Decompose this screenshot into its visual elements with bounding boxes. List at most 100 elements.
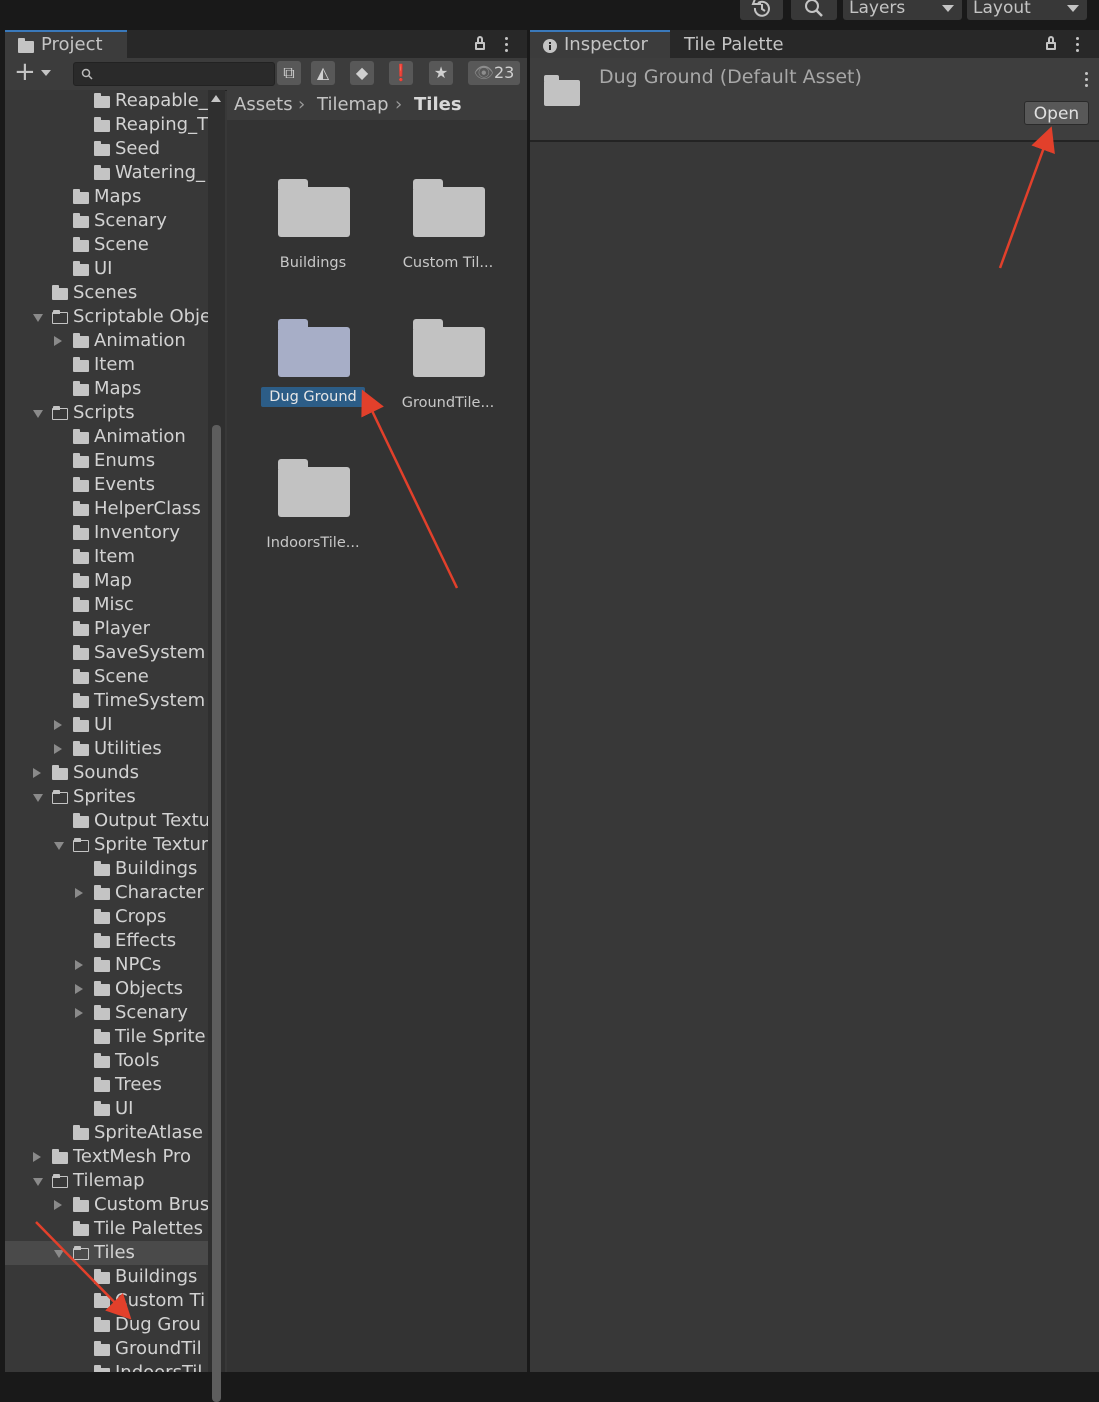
layers-dropdown[interactable]: Layers: [843, 0, 962, 20]
chevron-right-icon[interactable]: [33, 1152, 41, 1162]
search-by-scene-button[interactable]: ⧉: [277, 61, 301, 85]
tree-item[interactable]: Map: [5, 569, 208, 593]
tree-item[interactable]: Tile Sprite: [5, 1025, 208, 1049]
favorites-button[interactable]: ★: [429, 61, 453, 85]
tree-item[interactable]: Utilities: [5, 737, 208, 761]
tree-item[interactable]: Enums: [5, 449, 208, 473]
tree-item[interactable]: Maps: [5, 185, 208, 209]
tree-item[interactable]: Misc: [5, 593, 208, 617]
tree-item[interactable]: NPCs: [5, 953, 208, 977]
tree-item[interactable]: Watering_: [5, 161, 208, 185]
tree-item[interactable]: Crops: [5, 905, 208, 929]
tab-tile-palette[interactable]: Tile Palette: [670, 30, 820, 58]
chevron-down-icon[interactable]: [33, 410, 43, 418]
tree-item[interactable]: UI: [5, 257, 208, 281]
tree-item[interactable]: Maps: [5, 377, 208, 401]
asset-item[interactable]: IndoorsTile...: [232, 455, 362, 585]
chevron-down-icon[interactable]: [54, 1250, 64, 1258]
tree-item[interactable]: Animation: [5, 329, 208, 353]
tree-item[interactable]: Custom Brus: [5, 1193, 208, 1217]
chevron-right-icon[interactable]: [54, 336, 62, 346]
chevron-down-icon[interactable]: [33, 794, 43, 802]
asset-item[interactable]: Buildings: [232, 175, 362, 305]
tree-item[interactable]: Scenary: [5, 209, 208, 233]
chevron-right-icon[interactable]: [75, 888, 83, 898]
tree-scrollbar-thumb[interactable]: [212, 425, 221, 1402]
more-options-icon[interactable]: [505, 37, 509, 55]
create-button[interactable]: +: [14, 59, 54, 86]
tree-item[interactable]: Item: [5, 353, 208, 377]
tree-item[interactable]: Scenary: [5, 1001, 208, 1025]
search-field[interactable]: [73, 62, 275, 86]
tree-item[interactable]: Item: [5, 545, 208, 569]
tree-item[interactable]: UI: [5, 1097, 208, 1121]
tree-item[interactable]: GroundTil: [5, 1337, 208, 1361]
more-options-icon[interactable]: [1085, 72, 1089, 90]
chevron-right-icon[interactable]: [75, 1008, 83, 1018]
tree-item[interactable]: Tools: [5, 1049, 208, 1073]
tree-item[interactable]: Buildings: [5, 1265, 208, 1289]
tree-item[interactable]: Scene: [5, 233, 208, 257]
chevron-right-icon[interactable]: [75, 960, 83, 970]
tree-item[interactable]: Buildings: [5, 857, 208, 881]
hidden-packages-toggle[interactable]: 👁23: [468, 61, 520, 85]
tree-item[interactable]: Objects: [5, 977, 208, 1001]
chevron-down-icon[interactable]: [54, 842, 64, 850]
more-options-icon[interactable]: [1076, 37, 1080, 55]
tree-item[interactable]: IndoorsTil: [5, 1361, 208, 1372]
asset-item[interactable]: Custom Til...: [367, 175, 497, 305]
chevron-down-icon[interactable]: [33, 1178, 43, 1186]
history-button[interactable]: [740, 0, 783, 20]
open-button[interactable]: Open: [1024, 101, 1089, 125]
tree-item[interactable]: TimeSystem: [5, 689, 208, 713]
tree-item[interactable]: UI: [5, 713, 208, 737]
breadcrumb-item[interactable]: Tiles: [414, 90, 462, 120]
tree-item[interactable]: Player: [5, 617, 208, 641]
chevron-right-icon[interactable]: [54, 1200, 62, 1210]
filter-by-log-button[interactable]: ❗: [389, 61, 413, 85]
chevron-right-icon[interactable]: [54, 744, 62, 754]
tree-item[interactable]: HelperClass: [5, 497, 208, 521]
tree-item[interactable]: Effects: [5, 929, 208, 953]
filter-by-label-button[interactable]: ◆: [350, 61, 374, 85]
chevron-right-icon[interactable]: [75, 984, 83, 994]
tree-item[interactable]: Reaping_T: [5, 113, 208, 137]
tree-item[interactable]: SpriteAtlase: [5, 1121, 208, 1145]
tree-item[interactable]: Sprites: [5, 785, 208, 809]
tab-inspector[interactable]: Inspector: [530, 30, 670, 58]
tree-item[interactable]: Inventory: [5, 521, 208, 545]
asset-item[interactable]: Dug Ground: [232, 315, 365, 445]
breadcrumb-item[interactable]: Assets: [234, 90, 293, 120]
tree-item[interactable]: Sounds: [5, 761, 208, 785]
tree-item[interactable]: Dug Grou: [5, 1313, 208, 1337]
tree-item[interactable]: SaveSystem: [5, 641, 208, 665]
tree-item[interactable]: Scene: [5, 665, 208, 689]
chevron-right-icon[interactable]: [33, 768, 41, 778]
tree-item[interactable]: Sprite Textur: [5, 833, 208, 857]
layout-dropdown[interactable]: Layout: [967, 0, 1087, 20]
tree-item[interactable]: Scriptable Obje: [5, 305, 208, 329]
chevron-down-icon[interactable]: [33, 314, 43, 322]
tab-project[interactable]: Project: [5, 30, 127, 58]
tree-item[interactable]: TextMesh Pro: [5, 1145, 208, 1169]
tree-item[interactable]: Reapable_: [5, 90, 208, 113]
tree-item[interactable]: Tilemap: [5, 1169, 208, 1193]
tree-item[interactable]: Seed: [5, 137, 208, 161]
tree-item[interactable]: Animation: [5, 425, 208, 449]
lock-icon[interactable]: [475, 36, 485, 50]
scroll-up-icon[interactable]: [211, 95, 221, 102]
tree-item[interactable]: Custom Ti: [5, 1289, 208, 1313]
tree-item[interactable]: Scenes: [5, 281, 208, 305]
tree-item[interactable]: Tiles: [5, 1241, 208, 1265]
filter-by-type-button[interactable]: ◭: [311, 61, 335, 85]
chevron-right-icon[interactable]: [54, 720, 62, 730]
tree-item[interactable]: Events: [5, 473, 208, 497]
tree-item[interactable]: Tile Palettes: [5, 1217, 208, 1241]
search-input[interactable]: [96, 63, 270, 85]
breadcrumb-item[interactable]: Tilemap: [317, 90, 389, 120]
search-button[interactable]: [791, 0, 837, 20]
tree-item[interactable]: Scripts: [5, 401, 208, 425]
lock-icon[interactable]: [1046, 36, 1056, 50]
asset-item[interactable]: GroundTile...: [367, 315, 497, 445]
tree-item[interactable]: Trees: [5, 1073, 208, 1097]
